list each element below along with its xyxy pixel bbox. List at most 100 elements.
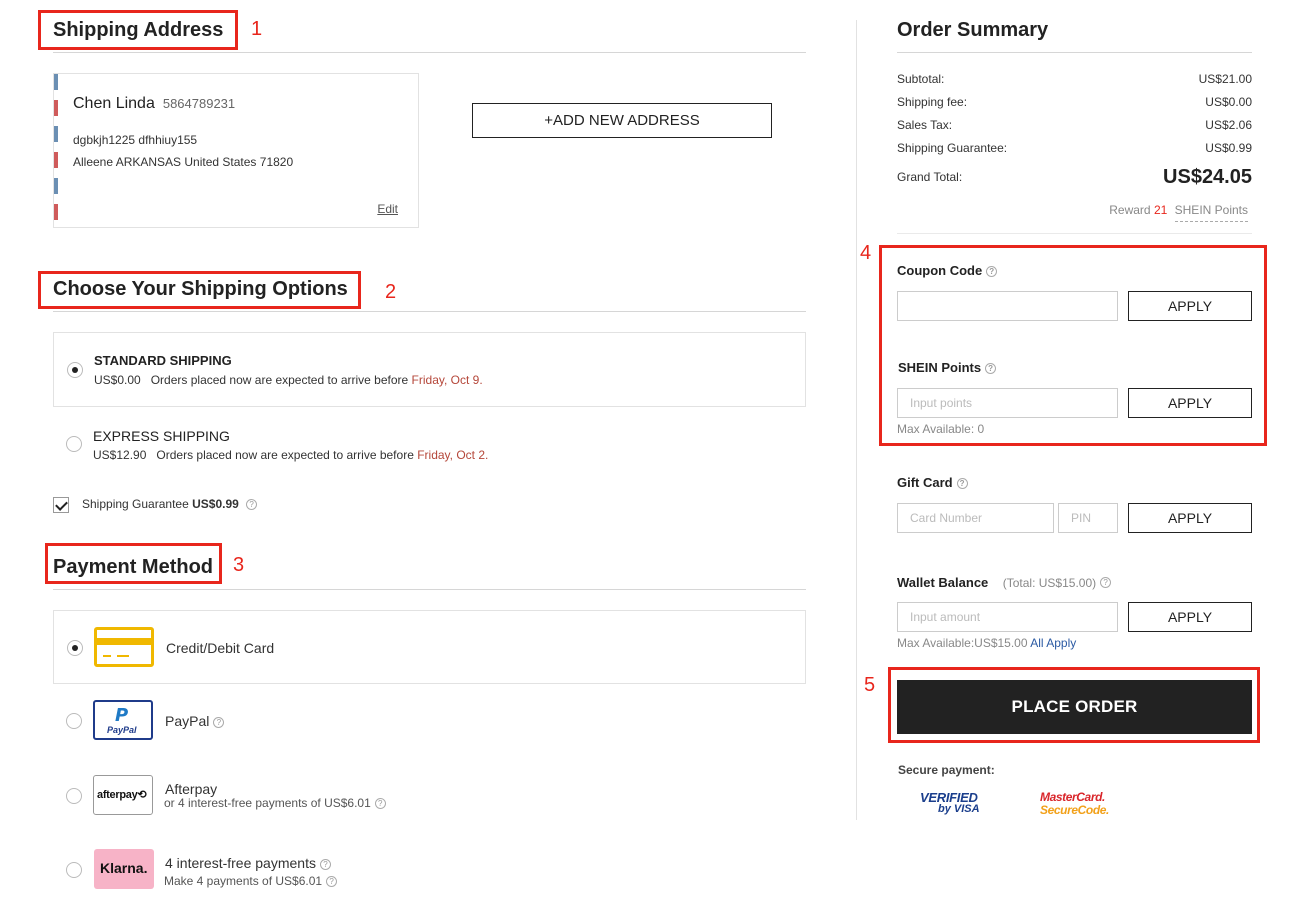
address-line-2: Alleene ARKANSAS United States 71820 xyxy=(73,155,294,169)
help-icon[interactable]: ? xyxy=(246,499,258,511)
shipping-guarantee-label: Shipping Guarantee xyxy=(82,497,189,511)
mastercard-securecode-logo: MasterCard. SecureCode. xyxy=(1040,790,1114,822)
wallet-apply-button[interactable]: APPLY xyxy=(1128,602,1252,632)
summary-divider xyxy=(897,233,1252,234)
section-divider xyxy=(53,589,806,590)
express-shipping-option[interactable]: EXPRESS SHIPPING US$12.90 Orders placed … xyxy=(53,420,806,480)
points-input[interactable] xyxy=(897,388,1118,418)
afterpay-label: Afterpay xyxy=(165,781,218,797)
address-phone: 5864789231 xyxy=(162,96,236,111)
coupon-code-input[interactable] xyxy=(897,291,1118,321)
annotation-number-5: 5 xyxy=(864,674,876,696)
visa-line-2: by VISA xyxy=(938,803,980,815)
annotation-number-3: 3 xyxy=(233,554,245,576)
address-line-1: dgbkjh1225 dfhhiuy155 xyxy=(73,133,198,147)
payment-option-klarna[interactable]: Klarna. 4 interest-free payments? Make 4… xyxy=(53,846,806,896)
address-card[interactable]: Chen Linda 5864789231 dgbkjh1225 dfhhiuy1… xyxy=(53,73,419,228)
help-icon[interactable]: ? xyxy=(319,858,331,870)
help-icon[interactable]: ? xyxy=(956,478,968,490)
all-apply-link[interactable]: All Apply xyxy=(1030,636,1076,650)
add-new-address-button[interactable]: +ADD NEW ADDRESS xyxy=(472,103,772,138)
coupon-apply-button[interactable]: APPLY xyxy=(1128,291,1252,321)
address-name: Chen Linda xyxy=(73,95,155,112)
shipping-guarantee-checkbox[interactable] xyxy=(53,497,69,513)
help-icon[interactable]: ? xyxy=(374,798,386,810)
express-shipping-date: Friday, Oct 2. xyxy=(417,448,489,462)
annotation-number-2: 2 xyxy=(385,281,397,303)
card-radio[interactable] xyxy=(67,640,83,656)
wallet-total: (Total: US$15.00) xyxy=(1002,576,1097,590)
place-order-button[interactable]: PLACE ORDER xyxy=(897,680,1252,734)
express-shipping-price: US$12.90 xyxy=(93,448,147,462)
klarna-label: 4 interest-free payments xyxy=(165,855,316,871)
card-label: Credit/Debit Card xyxy=(166,640,275,656)
annotation-number-4: 4 xyxy=(860,242,872,264)
paypal-label: PayPal xyxy=(165,713,210,729)
summary-divider xyxy=(897,52,1252,53)
shipping-guarantee-price: US$0.99 xyxy=(192,497,239,511)
summary-value: US$0.00 xyxy=(1205,95,1252,109)
summary-value: US$21.00 xyxy=(1198,72,1252,86)
wallet-balance-label: Wallet Balance xyxy=(897,575,989,590)
afterpay-sub: or 4 interest-free payments of US$6.01 xyxy=(164,796,371,810)
grand-total-value: US$24.05 xyxy=(1163,166,1252,188)
summary-value: US$0.99 xyxy=(1205,141,1252,155)
reward-suffix: SHEIN Points xyxy=(1174,203,1248,222)
reward-prefix: Reward xyxy=(1109,203,1151,217)
section-divider xyxy=(53,52,806,53)
secure-payment-label: Secure payment: xyxy=(898,763,995,777)
help-icon[interactable]: ? xyxy=(985,363,997,375)
grand-total-label: Grand Total: xyxy=(897,170,963,184)
shipping-options-title: Choose Your Shipping Options xyxy=(53,278,348,300)
summary-value: US$2.06 xyxy=(1205,118,1252,132)
summary-label: Sales Tax: xyxy=(897,118,953,132)
shein-points-label: SHEIN Points xyxy=(898,360,982,375)
standard-shipping-date: Friday, Oct 9. xyxy=(411,373,483,387)
standard-shipping-title: STANDARD SHIPPING xyxy=(94,353,232,368)
klarna-radio[interactable] xyxy=(66,862,82,878)
shipping-address-title: Shipping Address xyxy=(53,19,224,41)
airmail-stripe xyxy=(54,74,58,227)
payment-method-title: Payment Method xyxy=(53,556,214,578)
standard-shipping-price: US$0.00 xyxy=(94,373,141,387)
paypal-radio[interactable] xyxy=(66,713,82,729)
wallet-max-available: Max Available:US$15.00 xyxy=(897,636,1028,650)
gift-card-apply-button[interactable]: APPLY xyxy=(1128,503,1252,533)
credit-card-icon xyxy=(94,627,154,667)
klarna-sub: Make 4 payments of US$6.01 xyxy=(164,874,323,888)
column-divider xyxy=(856,20,857,820)
points-apply-button[interactable]: APPLY xyxy=(1128,388,1252,418)
express-shipping-radio[interactable] xyxy=(66,436,82,452)
summary-label: Subtotal: xyxy=(897,72,945,86)
points-max-available: Max Available: 0 xyxy=(897,422,985,436)
annotation-number-1: 1 xyxy=(251,18,263,40)
standard-shipping-text: Orders placed now are expected to arrive… xyxy=(150,373,409,387)
coupon-code-label: Coupon Code xyxy=(897,263,983,278)
edit-address-link[interactable]: Edit xyxy=(377,202,398,216)
wallet-amount-input[interactable] xyxy=(897,602,1118,632)
payment-option-paypal[interactable]: P PayPal PayPal? xyxy=(53,697,806,747)
express-shipping-text: Orders placed now are expected to arrive… xyxy=(156,448,414,462)
payment-option-card[interactable]: Credit/Debit Card xyxy=(53,610,806,684)
summary-label: Shipping fee: xyxy=(897,95,968,109)
standard-shipping-option[interactable]: STANDARD SHIPPING US$0.00 Orders placed … xyxy=(53,332,806,407)
gift-card-label: Gift Card xyxy=(897,475,953,490)
klarna-logo: Klarna. xyxy=(94,849,154,889)
help-icon[interactable]: ? xyxy=(213,716,225,728)
summary-label: Shipping Guarantee: xyxy=(897,141,1008,155)
standard-shipping-radio[interactable] xyxy=(67,362,83,378)
verified-by-visa-logo: VERIFIED by VISA xyxy=(920,790,986,822)
help-icon[interactable]: ? xyxy=(986,266,998,278)
reward-number: 21 xyxy=(1153,203,1168,217)
section-divider xyxy=(53,311,806,312)
gift-card-pin-input[interactable] xyxy=(1058,503,1118,533)
order-summary-title: Order Summary xyxy=(897,19,1049,41)
afterpay-radio[interactable] xyxy=(66,788,82,804)
summary-row-grand-total: Grand Total: US$24.05 xyxy=(897,166,1252,192)
help-icon[interactable]: ? xyxy=(326,876,338,888)
gift-card-number-input[interactable] xyxy=(897,503,1054,533)
payment-option-afterpay[interactable]: afterpay⟲ Afterpay or 4 interest-free pa… xyxy=(53,772,806,822)
help-icon[interactable]: ? xyxy=(1100,577,1112,589)
afterpay-logo: afterpay⟲ xyxy=(93,775,153,815)
mastercard-line-2: SecureCode. xyxy=(1040,803,1109,817)
